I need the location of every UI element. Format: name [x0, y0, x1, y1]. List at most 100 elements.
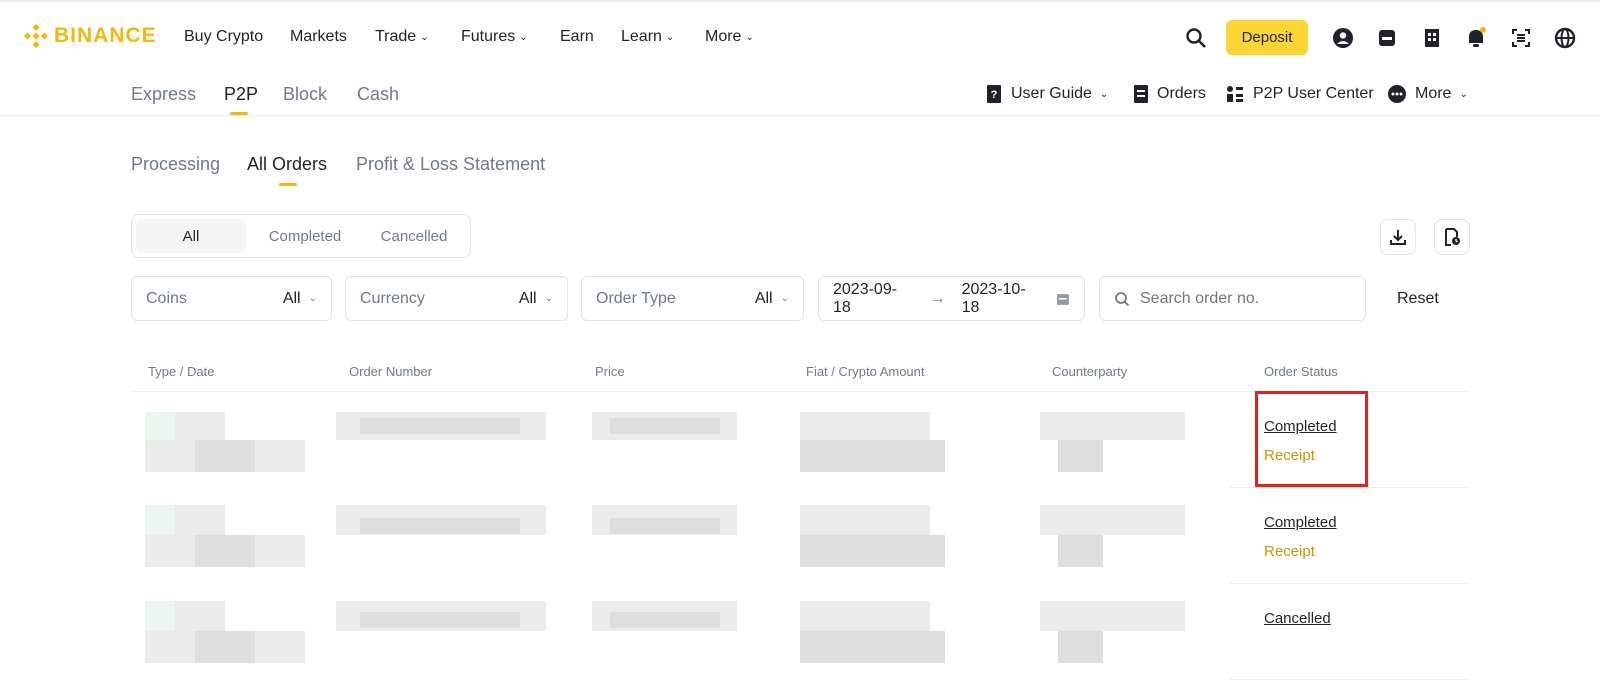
- date-to[interactable]: 2023-10-18: [962, 281, 1043, 317]
- currency-filter[interactable]: Currency All ⌄: [345, 276, 568, 321]
- tab-p2p[interactable]: P2P: [224, 84, 258, 105]
- chevron-down-icon: ⌄: [519, 31, 528, 43]
- redacted-cell: [610, 518, 720, 534]
- coins-filter-label: Coins: [146, 289, 187, 307]
- redacted-cell: [1058, 631, 1103, 663]
- nav-futures[interactable]: Futures ⌄: [461, 28, 528, 46]
- search-icon[interactable]: [1184, 26, 1208, 50]
- redacted-cell: [195, 535, 255, 567]
- tab-cash[interactable]: Cash: [357, 84, 399, 105]
- order-search-box[interactable]: [1099, 276, 1366, 321]
- more-dots-icon: [1388, 85, 1406, 103]
- order-status-link[interactable]: Completed: [1264, 514, 1337, 531]
- orders-label: Orders: [1157, 85, 1206, 102]
- highlight-annotation: [1255, 391, 1368, 487]
- wallet-icon[interactable]: [1375, 26, 1399, 50]
- redacted-cell: [800, 601, 930, 631]
- nav-more[interactable]: More ⌄: [705, 28, 754, 46]
- guide-icon: ?: [987, 85, 1001, 103]
- redacted-cell: [360, 418, 520, 434]
- column-price: Price: [595, 364, 625, 379]
- nav-learn[interactable]: Learn ⌄: [621, 28, 674, 46]
- coins-filter[interactable]: Coins All ⌄: [131, 276, 332, 321]
- orders-link[interactable]: Orders: [1133, 84, 1206, 104]
- chevron-down-icon: ⌄: [780, 293, 789, 304]
- active-tab-indicator: [230, 112, 248, 115]
- nav-buy-crypto[interactable]: Buy Crypto: [184, 28, 263, 46]
- redacted-cell: [145, 601, 175, 631]
- arrow-right-icon: →: [929, 289, 946, 307]
- nav-trade[interactable]: Trade ⌄: [375, 28, 429, 46]
- tab-block[interactable]: Block: [283, 84, 327, 105]
- reset-button[interactable]: Reset: [1397, 290, 1439, 308]
- order-type-filter[interactable]: Order Type All ⌄: [581, 276, 804, 321]
- receipt-link[interactable]: Receipt: [1264, 543, 1315, 560]
- chevron-down-icon: ⌄: [308, 293, 317, 304]
- bell-icon[interactable]: [1464, 26, 1488, 50]
- order-status-link[interactable]: Cancelled: [1264, 610, 1331, 627]
- nav-earn[interactable]: Earn: [560, 28, 594, 46]
- column-order-status: Order Status: [1264, 364, 1338, 379]
- p2p-user-center-label: P2P User Center: [1253, 85, 1374, 102]
- column-type-date: Type / Date: [148, 364, 215, 379]
- tab-profit-loss[interactable]: Profit & Loss Statement: [356, 154, 545, 175]
- tab-express[interactable]: Express: [131, 84, 196, 105]
- calendar-icon: [1057, 293, 1070, 305]
- logo-text: BINANCE: [54, 24, 157, 47]
- svg-text:?: ?: [991, 89, 998, 101]
- user-icon[interactable]: [1331, 26, 1355, 50]
- row-divider: [1230, 487, 1469, 488]
- redacted-cell: [145, 412, 175, 440]
- redacted-cell: [175, 601, 225, 631]
- redacted-cell: [800, 535, 945, 567]
- search-order-input[interactable]: [1140, 289, 1340, 308]
- nav-learn-label: Learn: [621, 28, 662, 45]
- search-icon: [1115, 291, 1130, 306]
- chevron-down-icon: ⌄: [745, 31, 754, 43]
- redacted-cell: [800, 440, 945, 472]
- redacted-cell: [195, 631, 255, 663]
- tab-all-orders[interactable]: All Orders: [247, 154, 327, 175]
- redacted-cell: [610, 418, 720, 434]
- date-range-picker[interactable]: 2023-09-18 → 2023-10-18: [818, 276, 1085, 321]
- deposit-button[interactable]: Deposit: [1226, 20, 1308, 55]
- segment-cancelled[interactable]: Cancelled: [360, 219, 468, 253]
- column-fiat-crypto-amount: Fiat / Crypto Amount: [806, 364, 925, 379]
- redacted-cell: [360, 518, 520, 534]
- redacted-cell: [175, 412, 225, 440]
- chevron-down-icon: ⌄: [1459, 88, 1468, 100]
- row-divider: [1230, 679, 1469, 680]
- user-guide-menu[interactable]: ? User Guide ⌄: [985, 84, 1108, 104]
- row-divider: [1230, 583, 1469, 584]
- orders-icon[interactable]: [1420, 26, 1444, 50]
- redacted-cell: [1058, 440, 1103, 472]
- date-from[interactable]: 2023-09-18: [833, 281, 914, 317]
- segment-completed[interactable]: Completed: [250, 219, 360, 253]
- download-button[interactable]: [1380, 219, 1416, 255]
- redacted-cell: [145, 505, 175, 535]
- redacted-cell: [610, 612, 720, 628]
- nav-more-label: More: [705, 28, 742, 45]
- nav-markets[interactable]: Markets: [290, 28, 347, 46]
- more-menu[interactable]: More ⌄: [1387, 84, 1468, 104]
- chevron-down-icon: ⌄: [1099, 88, 1109, 100]
- binance-logo[interactable]: BINANCE: [24, 24, 157, 48]
- currency-filter-value: All: [518, 289, 537, 307]
- nav-futures-label: Futures: [461, 28, 516, 45]
- chevron-down-icon: ⌄: [544, 293, 553, 304]
- more-label: More: [1415, 85, 1452, 102]
- redacted-cell: [800, 412, 930, 440]
- product-subnav: Express P2P Block Cash ? User Guide ⌄ Or…: [0, 72, 1600, 116]
- status-segmented-control: All Completed Cancelled: [131, 214, 471, 258]
- nav-trade-label: Trade: [375, 28, 417, 45]
- redacted-cell: [360, 612, 520, 628]
- download-app-icon[interactable]: [1509, 26, 1533, 50]
- chevron-down-icon: ⌄: [665, 31, 675, 43]
- redacted-cell: [1040, 412, 1185, 440]
- p2p-user-center-link[interactable]: P2P User Center: [1225, 84, 1374, 104]
- segment-all[interactable]: All: [136, 219, 246, 253]
- history-export-button[interactable]: [1434, 219, 1470, 255]
- document-icon: [1134, 85, 1148, 103]
- globe-icon[interactable]: [1553, 26, 1577, 50]
- tab-processing[interactable]: Processing: [131, 154, 220, 175]
